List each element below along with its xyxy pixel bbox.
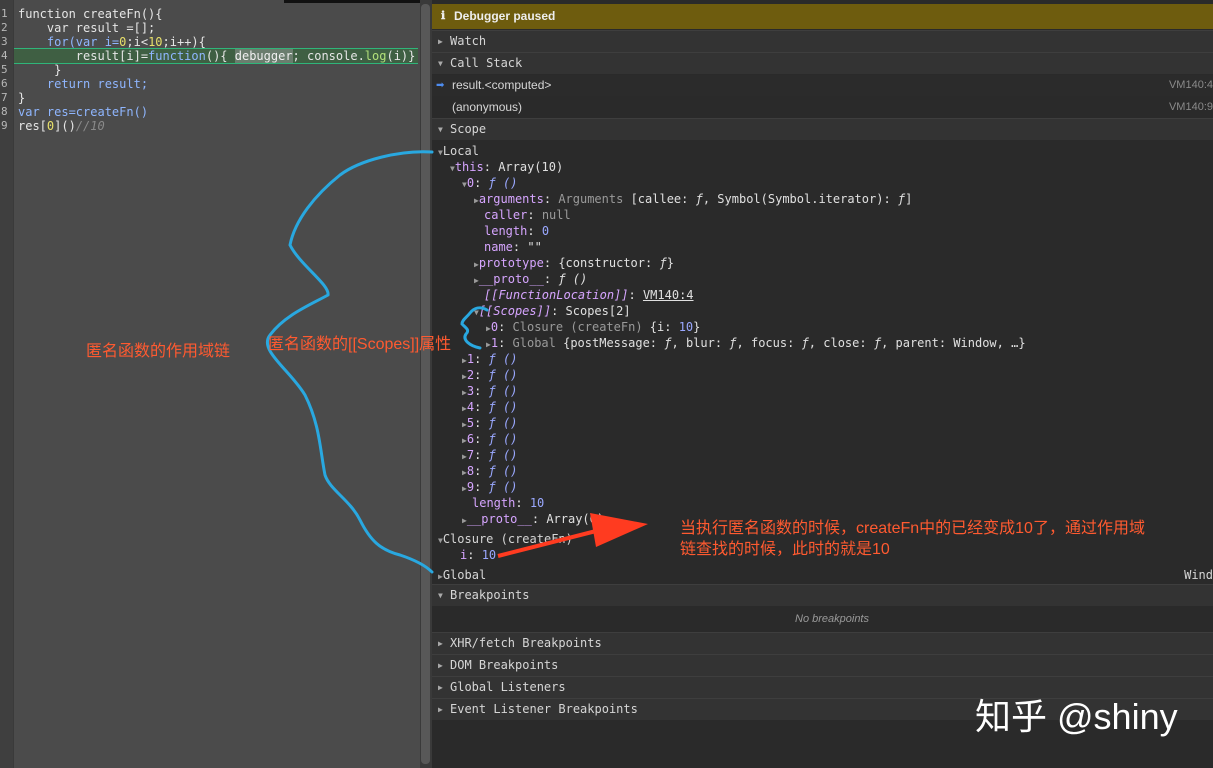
scope-chain-curve <box>266 150 434 574</box>
arrow-head <box>590 513 648 547</box>
annotation-overlay <box>266 150 648 574</box>
annotation-scope-chain: 匿名函数的作用域链 <box>86 343 231 360</box>
annotation-explanation-line2: 链查找的时候，此时的就是10 <box>680 541 890 558</box>
annotation-scopes-property: 匿名函数的[[Scopes]]属性 <box>268 336 452 353</box>
arrow-shaft <box>497 528 601 558</box>
zhihu-watermark: 知乎 @shiny <box>975 696 1178 737</box>
scopes-bracket-curve <box>460 306 489 350</box>
